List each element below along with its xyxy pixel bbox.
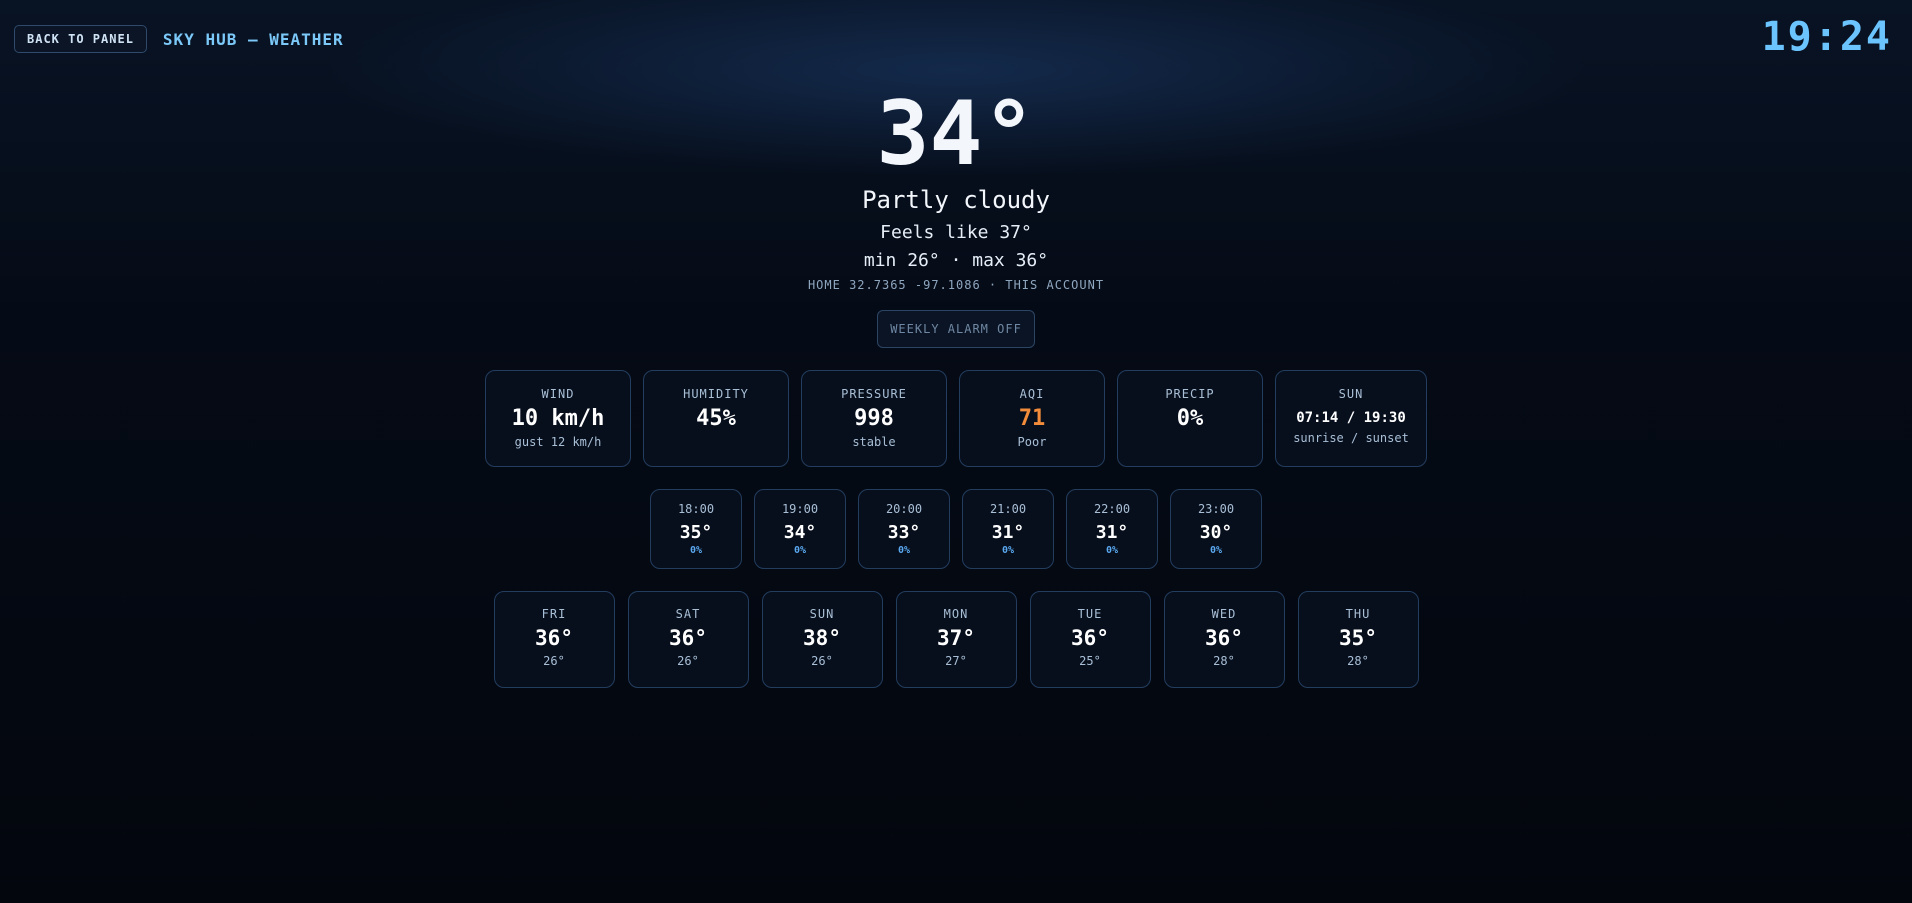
day-name: MON <box>943 607 969 621</box>
stat-sub: gust 12 km/h <box>514 435 602 449</box>
day-high: 36° <box>535 626 573 650</box>
daily-card: SUN 38° 26° <box>761 591 883 688</box>
stat-label: PRESSURE <box>841 387 907 401</box>
stat-card-sun: SUN 07:14 / 19:30 sunrise / sunset <box>1275 370 1427 467</box>
hour-time: 23:00 <box>1197 502 1235 516</box>
current-temperature: 34° <box>876 82 1036 185</box>
hourly-card: 22:00 31° 0% <box>1066 489 1158 569</box>
stat-card-aqi: AQI 71 Poor <box>959 370 1105 467</box>
weekly-alarm-toggle[interactable]: WEEKLY ALARM OFF <box>877 310 1035 348</box>
day-low: 25° <box>1079 654 1101 668</box>
daily-card: TUE 36° 25° <box>1029 591 1151 688</box>
day-low: 26° <box>811 654 833 668</box>
day-name: SAT <box>675 607 701 621</box>
daily-card: SAT 36° 26° <box>627 591 749 688</box>
top-bar: BACK TO PANEL SKY HUB — WEATHER <box>14 25 344 53</box>
hour-temp: 35° <box>679 522 713 543</box>
stat-value: 0% <box>1176 406 1204 431</box>
stat-label: PRECIP <box>1165 387 1215 401</box>
day-high: 36° <box>1071 626 1109 650</box>
daily-card: FRI 36° 26° <box>493 591 615 688</box>
day-name: SUN <box>809 607 835 621</box>
feels-like: Feels like 37° <box>880 222 1032 243</box>
hourly-card: 18:00 35° 0% <box>650 489 742 569</box>
hour-precip: 0% <box>897 545 911 556</box>
hour-temp: 34° <box>783 522 817 543</box>
stat-value: 07:14 / 19:30 <box>1296 410 1406 426</box>
stats-row: WIND 10 km/h gust 12 km/h HUMIDITY 45% P… <box>0 370 1912 467</box>
hour-precip: 0% <box>1001 545 1015 556</box>
min-max-temperature: min 26° · max 36° <box>863 250 1049 271</box>
stat-label: WIND <box>541 387 575 401</box>
day-name: WED <box>1211 607 1237 621</box>
day-low: 28° <box>1213 654 1235 668</box>
day-low: 28° <box>1347 654 1369 668</box>
daily-card: THU 35° 28° <box>1297 591 1419 688</box>
hour-time: 19:00 <box>781 502 819 516</box>
hour-time: 18:00 <box>677 502 715 516</box>
stat-sub: Poor <box>1017 435 1047 449</box>
stat-label: HUMIDITY <box>683 387 749 401</box>
day-high: 36° <box>1205 626 1243 650</box>
hour-precip: 0% <box>1209 545 1223 556</box>
location-info: HOME 32.7365 -97.1086 · THIS ACCOUNT <box>807 278 1105 292</box>
stat-label: AQI <box>1019 387 1045 401</box>
hour-temp: 30° <box>1199 522 1233 543</box>
stat-sub: stable <box>852 435 896 449</box>
daily-card: WED 36° 28° <box>1163 591 1285 688</box>
hourly-card: 20:00 33° 0% <box>858 489 950 569</box>
day-name: TUE <box>1077 607 1103 621</box>
stat-value: 998 <box>854 406 894 431</box>
hour-time: 20:00 <box>885 502 923 516</box>
stat-value: 45% <box>696 406 736 431</box>
hour-precip: 0% <box>793 545 807 556</box>
stat-sub: sunrise / sunset <box>1293 431 1409 445</box>
clock: 19:24 <box>1761 14 1892 60</box>
hour-precip: 0% <box>689 545 703 556</box>
hourly-card: 21:00 31° 0% <box>962 489 1054 569</box>
hourly-forecast: 18:00 35° 0% 19:00 34° 0% 20:00 33° 0% 2… <box>0 489 1912 569</box>
day-low: 26° <box>543 654 565 668</box>
stat-card-wind: WIND 10 km/h gust 12 km/h <box>485 370 631 467</box>
hourly-card: 23:00 30° 0% <box>1170 489 1262 569</box>
stat-card-humidity: HUMIDITY 45% <box>643 370 789 467</box>
back-to-panel-button[interactable]: BACK TO PANEL <box>14 25 147 53</box>
daily-card: MON 37° 27° <box>895 591 1017 688</box>
app-title: SKY HUB — WEATHER <box>162 29 344 49</box>
hour-temp: 31° <box>1095 522 1129 543</box>
hourly-card: 19:00 34° 0% <box>754 489 846 569</box>
daily-forecast: FRI 36° 26° SAT 36° 26° SUN 38° 26° MON … <box>0 591 1912 688</box>
hour-temp: 31° <box>991 522 1025 543</box>
weather-condition: Partly cloudy <box>862 186 1050 214</box>
day-high: 38° <box>803 626 841 650</box>
hour-precip: 0% <box>1105 545 1119 556</box>
hour-time: 21:00 <box>989 502 1027 516</box>
day-name: THU <box>1345 607 1371 621</box>
day-high: 35° <box>1339 626 1377 650</box>
hour-time: 22:00 <box>1093 502 1131 516</box>
day-high: 37° <box>937 626 975 650</box>
day-low: 26° <box>677 654 699 668</box>
stat-label: SUN <box>1338 387 1364 401</box>
stat-card-precip: PRECIP 0% <box>1117 370 1263 467</box>
stat-value: 10 km/h <box>511 406 605 431</box>
day-high: 36° <box>669 626 707 650</box>
alarm-container: WEEKLY ALARM OFF <box>0 310 1912 348</box>
day-low: 27° <box>945 654 967 668</box>
stat-card-pressure: PRESSURE 998 stable <box>801 370 947 467</box>
hour-temp: 33° <box>887 522 921 543</box>
aqi-value: 71 <box>1018 406 1046 431</box>
day-name: FRI <box>541 607 567 621</box>
